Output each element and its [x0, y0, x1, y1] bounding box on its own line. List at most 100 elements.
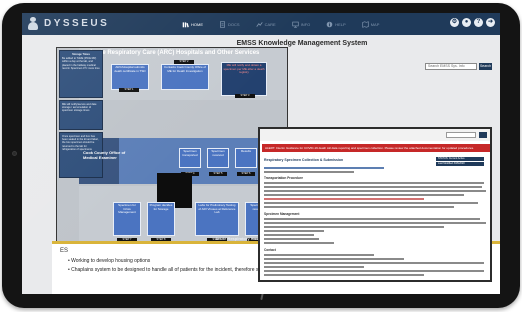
- nav-item-help[interactable]: HELP: [326, 21, 346, 28]
- text-line: [264, 206, 454, 208]
- text-line: [264, 274, 424, 276]
- text-line: [264, 186, 482, 188]
- nav-item-care[interactable]: CARE: [255, 21, 276, 28]
- brand[interactable]: DYSSEUS: [27, 17, 109, 30]
- flow-step-8[interactable]: Program decides for Storage: [147, 202, 175, 236]
- step-tag-3: STEP 3: [235, 94, 255, 98]
- screen: DYSSEUS HOME DOCS CARE INFO HELP MAP ⚙ ●…: [22, 13, 500, 294]
- text-line: [264, 258, 404, 260]
- search-row: Search EMSS Sys. Info Search: [425, 63, 492, 70]
- flow-step-6[interactable]: Results: [235, 148, 257, 168]
- camera-lens: [12, 151, 17, 156]
- step-tag-5: STEP 5: [209, 172, 227, 176]
- step-text: Contacts Cook County Office of ME for De…: [164, 65, 206, 73]
- notification-note: ME will notify/secure and date storage /…: [59, 100, 103, 130]
- text-line: [264, 218, 480, 220]
- step-tag-2: STEP 2: [174, 60, 194, 64]
- flow-step-2[interactable]: Contacts Cook County Office of ME for De…: [161, 64, 209, 90]
- text-line: [264, 266, 364, 268]
- top-navigation-bar: DYSSEUS HOME DOCS CARE INFO HELP MAP ⚙ ●…: [22, 13, 500, 35]
- nav-item-docs[interactable]: DOCS: [219, 20, 240, 28]
- popup-alert-banner: ALERT: Interim Guidance for COVID-19 dea…: [262, 144, 490, 152]
- gear-icon[interactable]: ⚙: [450, 18, 459, 27]
- note-header: Storage Times: [72, 53, 90, 56]
- status-badge: STATUS: Current Active: [436, 157, 484, 161]
- step-text: Specimen transported: [182, 149, 198, 157]
- nav-item-label: HOME: [191, 21, 203, 27]
- head-profile-logo-icon: [27, 17, 39, 30]
- text-line[interactable]: [264, 167, 384, 169]
- text-line: [264, 198, 424, 200]
- bullet-item: • Working to develop housing options: [68, 258, 151, 264]
- search-input[interactable]: Search EMSS Sys. Info: [425, 63, 477, 70]
- text-line: [264, 238, 319, 240]
- toolbar-icons: ⚙ ● ? ➜: [447, 18, 495, 27]
- step-text: Results: [240, 149, 251, 153]
- text-line: [264, 230, 324, 232]
- step-text: Program decides for Storage: [149, 203, 173, 211]
- text-line: [264, 182, 484, 184]
- nav-item-label: DOCS: [228, 21, 240, 27]
- nav-item-info[interactable]: INFO: [292, 21, 311, 28]
- help-icon[interactable]: ?: [474, 18, 483, 27]
- step-text: ME will notify and obtain a specimen per…: [223, 63, 265, 75]
- note-text: Be added to ToME (PICE RR) within a day …: [62, 57, 100, 70]
- text-line: [264, 254, 374, 256]
- flow-step-5[interactable]: Specimen received: [207, 148, 229, 168]
- text-line: [264, 190, 486, 192]
- text-line: [264, 242, 334, 244]
- nav-item-label: MAP: [370, 21, 380, 27]
- step-tag-1: STEP 1: [119, 88, 139, 92]
- storage-times-note: Storage Times Be added to ToME (PICE RR)…: [59, 50, 103, 98]
- text-line: [264, 226, 444, 228]
- logout-icon[interactable]: ➜: [486, 18, 495, 27]
- modified-badge: Last Modified 3/26/2020: [436, 162, 484, 166]
- text-line: [264, 171, 354, 173]
- popup-tags: STATUS: Current Active Last Modified 3/2…: [436, 157, 484, 167]
- text-line: [264, 270, 484, 272]
- popup-title: Respiratory Specimen Collection & Submis…: [264, 158, 344, 162]
- flow-step-3[interactable]: ME will notify and obtain a specimen per…: [221, 62, 267, 96]
- library-icon: [182, 21, 189, 27]
- main-nav: HOME DOCS CARE INFO HELP MAP: [182, 13, 395, 35]
- text-line: [264, 234, 314, 236]
- text-line: [264, 262, 484, 264]
- record-icon[interactable]: ●: [462, 18, 471, 27]
- search-button[interactable]: Search: [479, 63, 492, 70]
- document-popup[interactable]: ALERT: Interim Guidance for COVID-19 dea…: [258, 127, 492, 282]
- popup-section-heading: Specimen Management: [264, 212, 300, 216]
- section-heading: ES: [60, 248, 69, 254]
- text-line: [264, 194, 464, 196]
- close-icon[interactable]: [479, 132, 487, 138]
- popup-section-heading: Contact: [264, 248, 276, 252]
- step-text: Specimen for Crisis Management: [118, 203, 136, 215]
- flow-step-4[interactable]: Specimen transported: [179, 148, 201, 168]
- page-title: EMSS Knowledge Management System: [236, 40, 368, 47]
- note-text: Once specimen and box has been sealed in…: [62, 135, 99, 151]
- nav-item-label: HELP: [335, 21, 346, 27]
- step-text: Specimen received: [211, 149, 225, 157]
- flowchart: Acute Respiratory Care (ARC) Hospitals a…: [56, 47, 288, 248]
- text-line: [264, 222, 486, 224]
- step-text: Labs for Preliminary Testing of ARI Viru…: [198, 203, 236, 215]
- flow-mid-label: Cook County Office of Medical Examiner: [83, 150, 126, 160]
- brand-name: DYSSEUS: [44, 18, 110, 29]
- popup-select[interactable]: [446, 132, 476, 138]
- flow-step-1[interactable]: ARC/Hospital submits death certificate i…: [111, 64, 149, 90]
- nav-item-map[interactable]: MAP: [362, 20, 380, 28]
- popup-section-heading: Transportation Procedure: [264, 176, 303, 180]
- flow-step-9[interactable]: Labs for Preliminary Testing of ARI Viru…: [195, 202, 239, 236]
- step-tag-6: STEP 6: [237, 172, 255, 176]
- flow-step-7[interactable]: Specimen for Crisis Management: [113, 202, 141, 236]
- flow-region-title: Acute Respiratory Care (ARC) Hospitals a…: [89, 50, 260, 56]
- map-icon: [362, 20, 369, 28]
- chart-line-icon: [255, 21, 263, 27]
- nav-item-label: CARE: [264, 21, 276, 27]
- info-circle-icon: [326, 21, 333, 27]
- nav-item-label: INFO: [300, 21, 311, 27]
- text-line: [264, 202, 478, 204]
- nav-item-home[interactable]: HOME: [182, 21, 203, 28]
- step-text: ARC/Hospital submits death certificate i…: [114, 65, 146, 73]
- document-icon: [220, 20, 225, 28]
- note-text: ME will notify/secure and date storage /…: [62, 103, 97, 113]
